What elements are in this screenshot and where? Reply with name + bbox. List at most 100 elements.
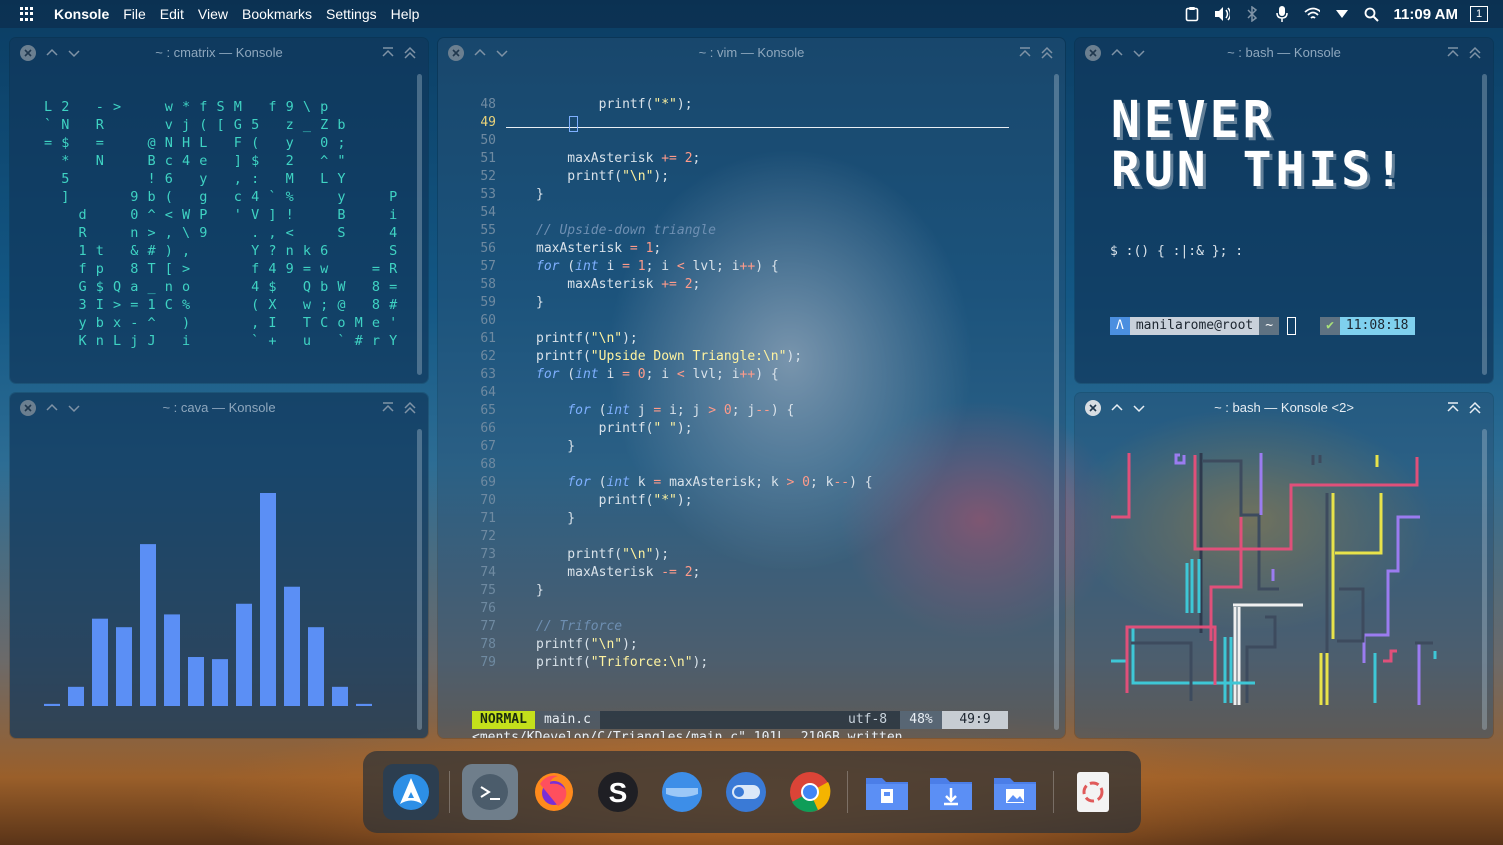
line-code: maxAsterisk += 2;: [536, 277, 701, 292]
vim-line: 79 printf("Triforce:\n");: [438, 654, 1058, 672]
scrollbar[interactable]: [417, 429, 422, 730]
command-text: $ :() { :|:& }; :: [1110, 244, 1244, 259]
menu-bookmarks[interactable]: Bookmarks: [242, 6, 312, 22]
scrollbar[interactable]: [417, 74, 422, 375]
line-number: 71: [480, 511, 496, 526]
line-code: }: [536, 439, 576, 454]
window-bash: ~ : bash — Konsole NEVER RUN THIS! $ :()…: [1075, 38, 1493, 383]
vim-line: 60: [438, 312, 1058, 330]
line-number: 70: [480, 493, 496, 508]
line-number: 62: [480, 349, 496, 364]
line-number: 76: [480, 601, 496, 616]
line-code: }: [536, 187, 544, 202]
line-number: 49: [480, 115, 496, 130]
vim-line: 52 printf("\n");: [438, 168, 1058, 186]
cava-bar: [188, 657, 204, 706]
window-bash-2: ~ : bash — Konsole <2>: [1075, 393, 1493, 738]
vim-line: 66 printf(" ");: [438, 420, 1058, 438]
line-code: for (int i = 1; i < lvl; i++) {: [536, 259, 779, 274]
matrix-line: K n L j J i ` + u ` # r Y: [44, 333, 398, 349]
app-launcher-icon[interactable]: [20, 7, 34, 21]
window-title: ~ : bash — Konsole: [1227, 45, 1341, 60]
settings-toggle-icon[interactable]: [718, 764, 774, 820]
menu-edit[interactable]: Edit: [160, 6, 184, 22]
chevron-down-icon[interactable]: [1334, 6, 1350, 22]
clock[interactable]: 11:09 AM: [1394, 6, 1458, 23]
bluetooth-icon[interactable]: [1244, 6, 1260, 22]
vim-line: 76: [438, 600, 1058, 618]
vim-line: 55 // Upside-down triangle: [438, 222, 1058, 240]
line-code: for (int i = 0; i < lvl; i++) {: [536, 367, 779, 382]
prompt-check: ✔: [1320, 317, 1340, 335]
scrollbar[interactable]: [1482, 74, 1487, 375]
scrollbar[interactable]: [1482, 429, 1487, 730]
cava-bar: [44, 703, 60, 706]
line-code: for (int j = i; j > 0; j--) {: [567, 403, 795, 418]
menu-app-name[interactable]: Konsole: [54, 6, 109, 22]
line-code: printf("\n");: [536, 547, 670, 562]
maximize-icon[interactable]: [1039, 45, 1055, 61]
sublime-text-icon[interactable]: S: [590, 764, 646, 820]
maximize-icon[interactable]: [402, 45, 418, 61]
folder-documents-icon[interactable]: [859, 764, 915, 820]
cava-bar: [356, 703, 372, 706]
files-icon[interactable]: [654, 764, 710, 820]
terminal-icon[interactable]: [462, 764, 518, 820]
menu-settings[interactable]: Settings: [326, 6, 377, 22]
cmatrix-output: L 2 - > w * f S M f 9 \ p ` N R v j ( [ G…: [44, 98, 398, 350]
line-code: printf("Upside Down Triangle:\n");: [536, 349, 803, 364]
titlebar-bash[interactable]: ~ : bash — Konsole: [1075, 38, 1493, 68]
line-number: 56: [480, 241, 496, 256]
vim-line: 49: [438, 114, 1058, 132]
line-code: maxAsterisk = 1;: [536, 241, 662, 256]
vim-line: 77 // Triforce: [438, 618, 1058, 636]
trash-icon[interactable]: [1065, 764, 1121, 820]
vim-buffer[interactable]: 48 printf("*"); 49 50 51 maxAsterisk += 2; 5…: [438, 96, 1058, 672]
clipboard-icon[interactable]: [1184, 6, 1200, 22]
svg-text:S: S: [609, 777, 628, 808]
volume-icon[interactable]: [1214, 6, 1230, 22]
maximize-icon[interactable]: [1467, 45, 1483, 61]
ascii-banner: NEVER RUN THIS!: [1111, 95, 1407, 196]
matrix-line: = $ = @ N H L F ( y 0 ;: [44, 135, 346, 151]
line-code: // Upside-down triangle: [536, 223, 717, 238]
line-number: 72: [480, 529, 496, 544]
vim-line: 65 for (int j = i; j > 0; j--) {: [438, 402, 1058, 420]
keep-above-icon[interactable]: [380, 45, 396, 61]
wifi-icon[interactable]: [1303, 6, 1320, 22]
window-title: ~ : cmatrix — Konsole: [155, 45, 283, 60]
chrome-icon[interactable]: [782, 764, 838, 820]
menu-help[interactable]: Help: [391, 6, 420, 22]
line-number: 77: [480, 619, 496, 634]
matrix-line: 3 I > = 1 C % ( X w ; @ 8 #: [44, 297, 398, 313]
line-number: 65: [480, 403, 496, 418]
microphone-icon[interactable]: [1274, 6, 1290, 22]
cava-visualizer: [44, 493, 372, 706]
firefox-icon[interactable]: [526, 764, 582, 820]
folder-downloads-icon[interactable]: [923, 764, 979, 820]
titlebar-vim[interactable]: ~ : vim — Konsole: [438, 38, 1065, 68]
line-code: maxAsterisk += 2;: [536, 151, 701, 166]
cava-bar: [308, 627, 324, 706]
keep-above-icon[interactable]: [1445, 45, 1461, 61]
vim-line: 58 maxAsterisk += 2;: [438, 276, 1058, 294]
desktop-indicator[interactable]: 1: [1470, 6, 1488, 22]
folder-pictures-icon[interactable]: [987, 764, 1043, 820]
line-number: 67: [480, 439, 496, 454]
cursor: [569, 116, 578, 132]
shell-prompt[interactable]: Λ manilarome@root ~ ✔ 11:08:18: [1110, 317, 1415, 335]
line-code: printf("\n");: [536, 169, 670, 184]
menu-view[interactable]: View: [198, 6, 228, 22]
cava-bar: [68, 686, 84, 706]
line-code: printf("*");: [536, 493, 693, 508]
search-icon[interactable]: [1364, 6, 1380, 22]
arch-launcher-icon[interactable]: [383, 764, 439, 820]
menu-file[interactable]: File: [123, 6, 146, 22]
line-number: 75: [480, 583, 496, 598]
line-number: 66: [480, 421, 496, 436]
line-number: 61: [480, 331, 496, 346]
scrollbar[interactable]: [1054, 74, 1059, 730]
keep-above-icon[interactable]: [1017, 45, 1033, 61]
titlebar-cmatrix[interactable]: ~ : cmatrix — Konsole: [10, 38, 428, 68]
line-number: 55: [480, 223, 496, 238]
